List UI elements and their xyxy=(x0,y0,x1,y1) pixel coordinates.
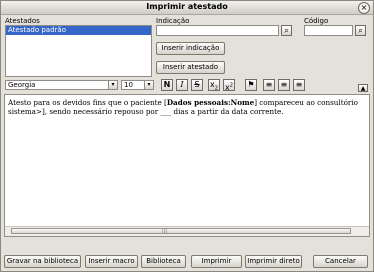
collapse-button[interactable]: ▲ xyxy=(358,84,368,92)
list-item[interactable]: Atestado padrão xyxy=(6,26,151,35)
font-size-select[interactable]: 10 ▾ xyxy=(121,80,154,90)
font-select-value: Georgia xyxy=(8,81,36,89)
title-bar: Imprimir atestado × xyxy=(1,1,373,15)
bold-button[interactable]: N xyxy=(161,79,173,91)
chevron-down-icon[interactable]: ▾ xyxy=(144,81,153,89)
editor-text-segment: ] compareceu ao consultório xyxy=(254,98,358,107)
library-button[interactable]: Biblioteca xyxy=(141,255,186,268)
placeholder-token: Dados pessoais:Nome xyxy=(166,98,255,107)
italic-button[interactable]: I xyxy=(176,79,188,91)
certificate-editor[interactable]: Atesto para os devidos fins que o pacien… xyxy=(4,94,370,237)
format-toolbar: Georgia ▾ 10 ▾ N I S x2 x2 ⚑ ≡ ≡ ≡ ▲ xyxy=(4,78,370,93)
print-button[interactable]: Imprimir xyxy=(191,255,242,268)
strikethrough-button[interactable]: S xyxy=(191,79,203,91)
align-left-icon: ≡ xyxy=(265,80,273,89)
horizontal-scrollbar[interactable]: ||| xyxy=(5,226,369,236)
print-direct-button[interactable]: Imprimir direto xyxy=(245,255,302,268)
search-icon[interactable]: ⌕ xyxy=(355,25,366,36)
triangle-up-icon: ▲ xyxy=(360,85,366,92)
paint-brush-icon: ⚑ xyxy=(247,80,255,89)
atestados-list[interactable]: Atestado padrão xyxy=(5,25,152,77)
align-left-button[interactable]: ≡ xyxy=(263,79,275,91)
chevron-down-icon[interactable]: ▾ xyxy=(108,81,117,89)
align-right-icon: ≡ xyxy=(295,80,303,89)
subscript-icon: x2 xyxy=(210,80,218,92)
font-select[interactable]: Georgia ▾ xyxy=(5,80,118,90)
format-painter-button[interactable]: ⚑ xyxy=(245,79,257,91)
footer-bar: Gravar na biblioteca Inserir macro Bibli… xyxy=(1,253,373,271)
editor-line-1: Atesto para os devidos fins que o pacien… xyxy=(8,98,368,107)
editor-text: Atesto para os devidos fins que o pacien… xyxy=(8,98,368,116)
superscript-icon: x2 xyxy=(225,82,233,92)
superscript-button[interactable]: x2 xyxy=(223,79,235,92)
indicacao-label: Indicação xyxy=(156,17,190,25)
insert-indication-button[interactable]: Inserir indicação xyxy=(156,42,225,55)
close-icon[interactable]: × xyxy=(358,2,370,14)
scrollbar-thumb[interactable]: ||| xyxy=(11,228,351,234)
insert-certificate-button[interactable]: Inserir atestado xyxy=(156,61,225,74)
search-icon[interactable]: ⌕ xyxy=(281,25,292,36)
indicacao-field[interactable] xyxy=(156,25,279,36)
font-size-value: 10 xyxy=(124,81,133,89)
atestados-label: Atestados xyxy=(5,17,40,25)
editor-text-segment: Atesto para os devidos fins que o pacien… xyxy=(8,98,167,107)
print-certificate-dialog: Imprimir atestado × Atestados Atestado p… xyxy=(0,0,374,272)
codigo-field[interactable] xyxy=(304,25,353,36)
subscript-button[interactable]: x2 xyxy=(208,79,220,92)
window-title: Imprimir atestado xyxy=(146,2,228,11)
grip-icon: ||| xyxy=(162,228,168,234)
insert-macro-button[interactable]: Inserir macro xyxy=(85,255,138,268)
align-right-button[interactable]: ≡ xyxy=(293,79,305,91)
codigo-label: Código xyxy=(304,17,329,25)
editor-line-2: sistema>], sendo necessário repouso por … xyxy=(8,107,284,116)
cancel-button[interactable]: Cancelar xyxy=(313,255,368,268)
align-center-button[interactable]: ≡ xyxy=(278,79,290,91)
save-to-library-button[interactable]: Gravar na biblioteca xyxy=(4,255,81,268)
align-center-icon: ≡ xyxy=(280,80,288,89)
